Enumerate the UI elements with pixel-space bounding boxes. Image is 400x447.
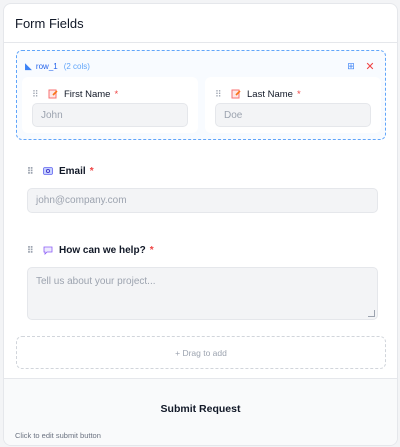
form-fields-panel: Form Fields ◣ row_1 (2 cols) ⊞ ✕ ⠿ First… [3,3,398,446]
email-input[interactable]: john@company.com [27,188,378,213]
row-container[interactable]: ◣ row_1 (2 cols) ⊞ ✕ ⠿ First Name * John… [16,50,386,140]
required-marker: * [89,165,94,177]
message-textarea[interactable]: Tell us about your project... [27,267,378,320]
drag-handle-icon[interactable]: ⠿ [215,89,225,100]
drag-handle-icon[interactable]: ⠿ [27,245,37,256]
submit-footer: Submit Request Click to edit submit butt… [4,378,397,445]
text-field-icon [231,89,241,99]
column-first-name[interactable]: ⠿ First Name * John [22,77,198,133]
first-name-input[interactable]: John [32,103,188,127]
grid-layout-icon[interactable]: ⊞ [345,61,357,72]
drop-zone[interactable]: + Drag to add [16,336,386,369]
field-label-row: ⠿ First Name * [32,87,188,101]
column-last-name[interactable]: ⠿ Last Name * Doe [205,77,381,133]
message-field-block[interactable]: ⠿ How can we help? * Tell us about your … [22,243,380,320]
close-icon[interactable]: ✕ [363,60,377,73]
field-label-row: ⠿ How can we help? * [27,243,380,257]
panel-title: Form Fields [15,15,84,31]
required-marker: * [296,88,301,100]
required-marker: * [114,88,119,100]
row-icon: ◣ [25,60,32,71]
drop-zone-label: + Drag to add [175,347,227,358]
row-header: ◣ row_1 (2 cols) ⊞ ✕ [25,59,377,73]
text-field-icon [48,89,58,99]
row-columns-label: (2 cols) [63,61,90,71]
resize-handle-icon[interactable] [368,310,375,317]
field-label: How can we help? [59,244,146,256]
field-label: First Name [64,88,111,100]
drag-handle-icon[interactable]: ⠿ [32,89,42,100]
last-name-input[interactable]: Doe [215,103,371,127]
field-label-row: ⠿ Last Name * [215,87,371,101]
textarea-placeholder: Tell us about your project... [36,276,156,287]
field-label: Last Name [247,88,293,100]
field-label: Email [59,165,86,177]
submit-button[interactable]: Submit Request [4,403,397,415]
panel-header: Form Fields [4,4,397,43]
row-name: row_1 [35,61,58,71]
email-field-block[interactable]: ⠿ Email * john@company.com [22,164,380,213]
email-field-icon [43,167,53,175]
chat-bubble-icon [43,246,53,255]
field-label-row: ⠿ Email * [27,164,380,178]
drag-handle-icon[interactable]: ⠿ [27,166,37,177]
submit-hint: Click to edit submit button [15,431,101,440]
required-marker: * [149,244,154,256]
